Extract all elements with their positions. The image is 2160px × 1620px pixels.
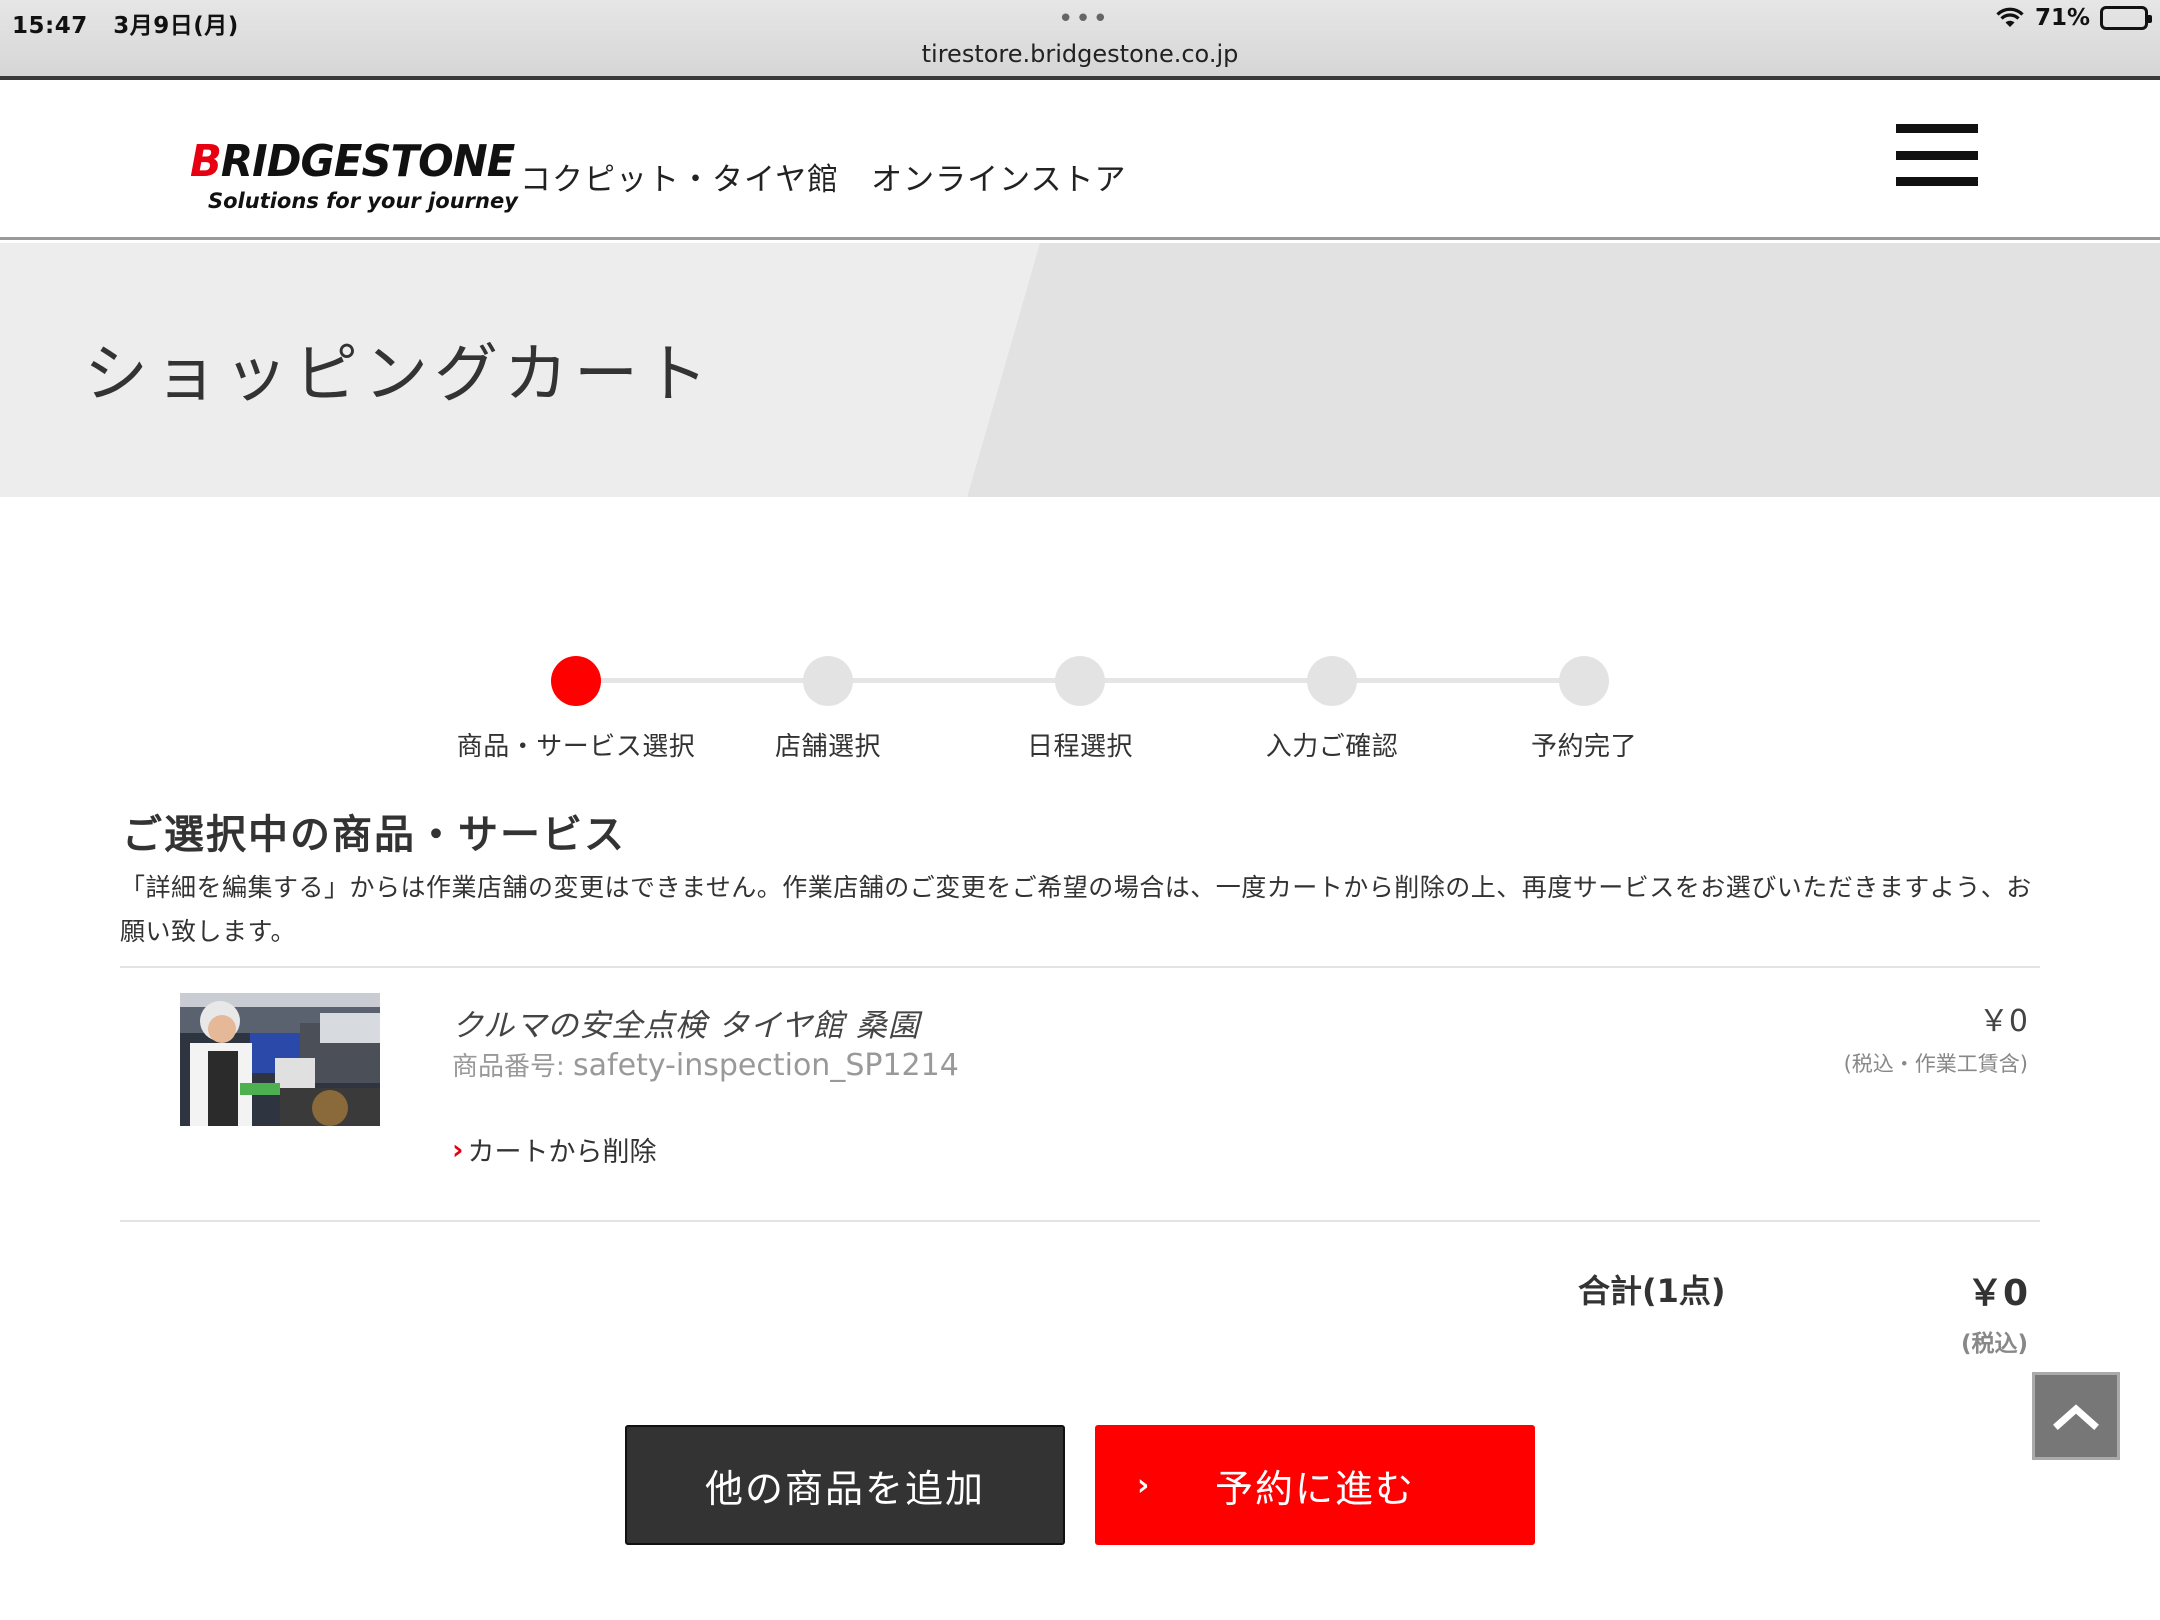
hero-decoration bbox=[967, 243, 2160, 497]
bridgestone-logo[interactable]: BRIDGESTONE Solutions for your journey bbox=[190, 136, 531, 213]
hamburger-bar bbox=[1896, 124, 1978, 133]
step-dot-active bbox=[551, 656, 601, 706]
add-other-product-button[interactable]: 他の商品を追加 bbox=[625, 1425, 1065, 1545]
mechanic-photo bbox=[180, 993, 380, 1126]
logo-rest: RIDGESTONE bbox=[220, 136, 515, 187]
status-bar: 15:47 3月9日(月) ••• tirestore.bridgestone.… bbox=[0, 0, 2160, 80]
hamburger-bar bbox=[1896, 150, 1978, 160]
step-store-select: 店舗選択 bbox=[698, 656, 958, 763]
step-complete: 予約完了 bbox=[1454, 656, 1714, 763]
total-label: 合計(1点) bbox=[1578, 1272, 1726, 1310]
divider bbox=[120, 1220, 2040, 1222]
next-button-label: 予約に進む bbox=[1214, 1466, 1415, 1511]
step-date-select: 日程選択 bbox=[950, 656, 1210, 763]
step-dot bbox=[803, 656, 853, 706]
total-tax-note: (税込) bbox=[1960, 1331, 2028, 1357]
chevron-right-icon: › bbox=[452, 1133, 464, 1166]
logo-b: B bbox=[190, 136, 222, 187]
date-text: 3月9日(月) bbox=[113, 13, 239, 39]
item-code-value: safety-inspection_SP1214 bbox=[573, 1048, 959, 1083]
chevron-up-icon bbox=[2053, 1404, 2099, 1430]
chevron-right-icon: › bbox=[1137, 1467, 1152, 1503]
proceed-reservation-button[interactable]: › 予約に進む bbox=[1095, 1425, 1535, 1545]
wifi-icon bbox=[1995, 7, 2025, 29]
section-title: ご選択中の商品・サービス bbox=[122, 812, 626, 858]
add-button-label: 他の商品を追加 bbox=[704, 1466, 985, 1511]
status-time: 15:47 3月9日(月) bbox=[12, 6, 239, 40]
hamburger-menu-icon[interactable] bbox=[1896, 124, 1978, 186]
item-code: 商品番号: safety-inspection_SP1214 bbox=[452, 1046, 959, 1083]
remove-label: カートから削除 bbox=[467, 1137, 657, 1168]
step-product-select: 商品・サービス選択 bbox=[446, 656, 706, 763]
page-hero: ショッピングカート bbox=[0, 243, 2160, 497]
step-label: 予約完了 bbox=[1530, 732, 1637, 762]
more-dots-icon[interactable]: ••• bbox=[1058, 4, 1110, 34]
divider bbox=[120, 966, 2040, 968]
item-tax-note: (税込・作業工賃含) bbox=[1843, 1052, 2028, 1076]
hamburger-bar bbox=[1896, 177, 1978, 186]
progress-steps: 商品・サービス選択 店舗選択 日程選択 入力ご確認 予約完了 bbox=[440, 656, 1720, 762]
step-label: 日程選択 bbox=[1026, 732, 1133, 762]
step-dot bbox=[1559, 656, 1609, 706]
step-dot bbox=[1055, 656, 1105, 706]
logo-wordmark: BRIDGESTONE bbox=[190, 136, 515, 187]
remove-from-cart-link[interactable]: › カートから削除 bbox=[452, 1130, 657, 1169]
site-name[interactable]: コクピット・タイヤ館 オンラインストア bbox=[520, 154, 1126, 199]
step-label: 商品・サービス選択 bbox=[456, 732, 696, 762]
item-code-label: 商品番号: bbox=[452, 1052, 574, 1082]
edit-notice: 「詳細を編集する」からは作業店舗の変更はできません。作業店舗のご変更をご希望の場… bbox=[120, 873, 2032, 946]
status-right: 71% bbox=[1995, 5, 2152, 31]
logo-tagline: Solutions for your journey bbox=[208, 189, 518, 213]
item-price: ￥0 bbox=[1978, 1004, 2028, 1039]
item-thumbnail[interactable] bbox=[180, 993, 380, 1126]
total-value: ￥0 bbox=[1966, 1273, 2028, 1314]
battery-icon bbox=[2100, 6, 2152, 30]
url-bar[interactable]: tirestore.bridgestone.co.jp bbox=[0, 40, 2160, 68]
step-dot bbox=[1307, 656, 1357, 706]
back-to-top-button[interactable] bbox=[2032, 1372, 2120, 1460]
step-label: 店舗選択 bbox=[774, 732, 881, 762]
step-label: 入力ご確認 bbox=[1265, 732, 1399, 762]
page-title: ショッピングカート bbox=[84, 338, 714, 412]
item-name[interactable]: クルマの安全点検 タイヤ館 桑園 bbox=[452, 1000, 920, 1045]
time-text: 15:47 bbox=[12, 13, 88, 39]
site-header: BRIDGESTONE Solutions for your journey コ… bbox=[0, 84, 2160, 240]
step-confirm: 入力ご確認 bbox=[1202, 656, 1462, 763]
battery-percent: 71% bbox=[2034, 5, 2090, 31]
